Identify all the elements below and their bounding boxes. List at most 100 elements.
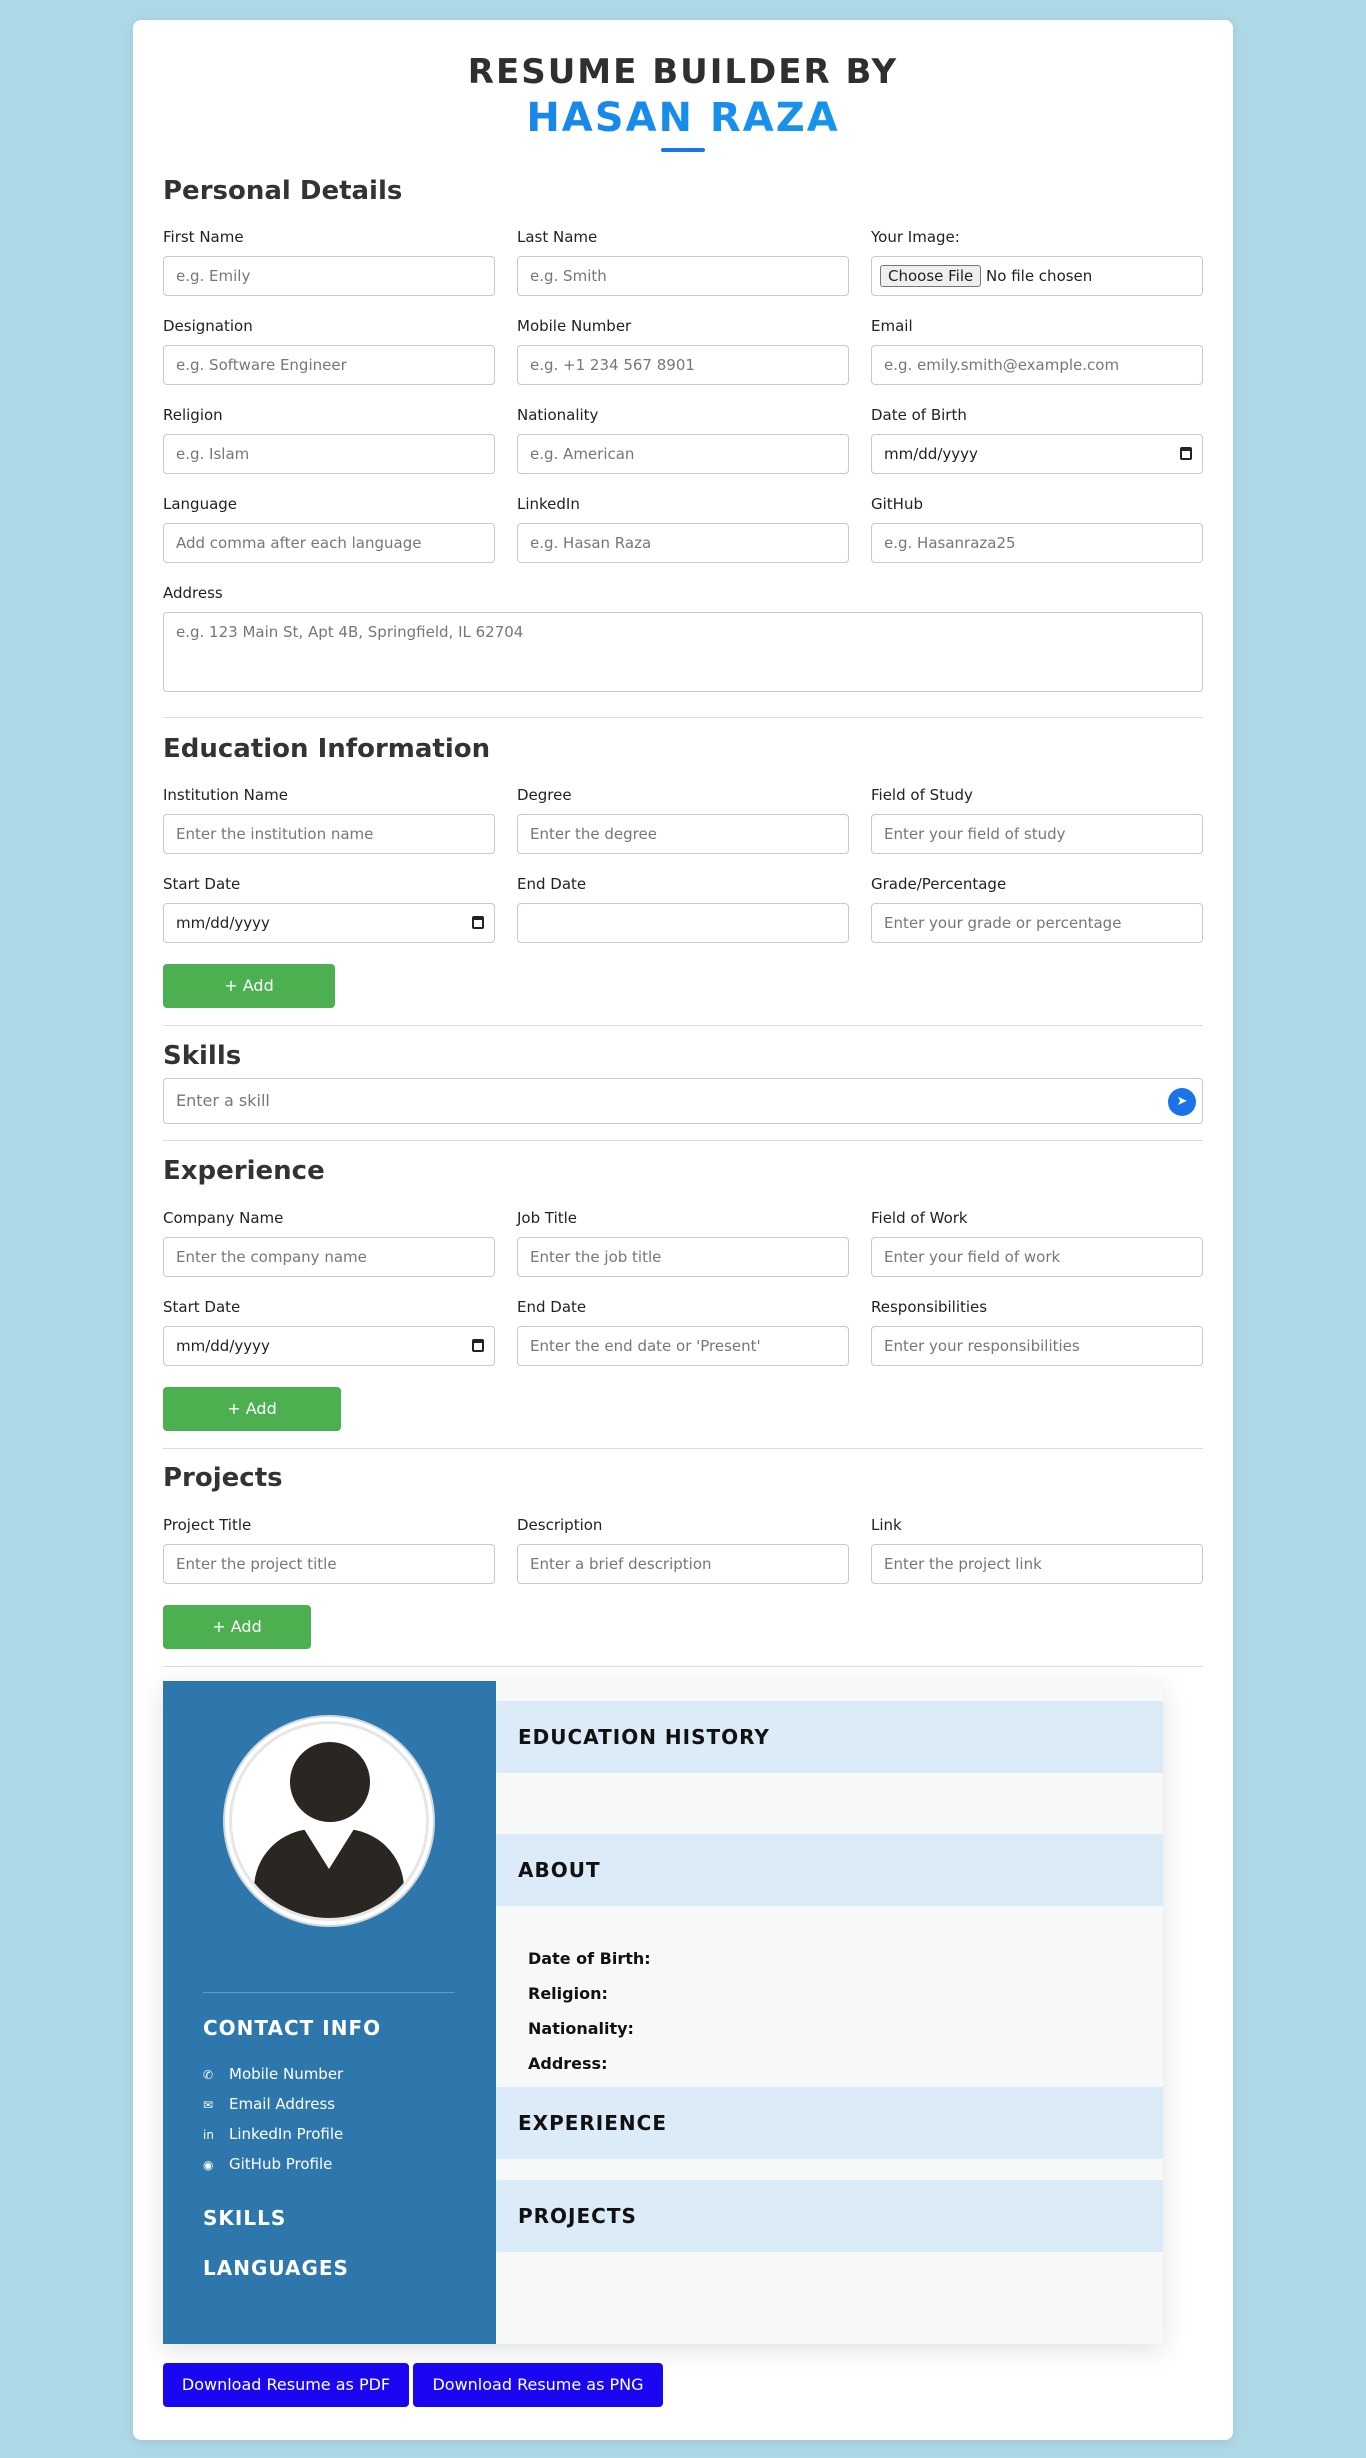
divider (163, 1025, 1203, 1026)
project-link-label: Link (871, 1516, 902, 1534)
linkedin-input[interactable]: e.g. Hasan Raza (517, 523, 849, 563)
about-religion: Religion: (528, 1984, 608, 2003)
job-title-label: Job Title (517, 1209, 578, 1227)
education-heading: Education Information (163, 734, 491, 764)
resume-sidebar: CONTACT INFO ✆ Mobile Number ✉ Email Addre… (163, 1681, 496, 2344)
avatar-collar (304, 1829, 354, 1869)
language-input[interactable]: Add comma after each language (163, 523, 495, 563)
responsibilities-label: Responsibilities (871, 1298, 988, 1316)
experience-band: EXPERIENCE (496, 2087, 1163, 2159)
divider (163, 717, 1203, 718)
degree-input[interactable]: Enter the degree (517, 814, 849, 854)
exp-end-input[interactable]: Enter the end date or 'Present' (517, 1326, 849, 1366)
about-nationality: Nationality: (528, 2019, 634, 2038)
exp-start-date-input[interactable]: mm/dd/yyyy (163, 1326, 495, 1366)
dob-label: Date of Birth (871, 406, 967, 424)
project-link-input[interactable]: Enter the project link (871, 1544, 1203, 1584)
mobile-input[interactable]: e.g. +1 234 567 8901 (517, 345, 849, 385)
education-history-band: EDUCATION HISTORY (496, 1701, 1163, 1773)
contact-github-text: GitHub Profile (229, 2155, 333, 2173)
contact-email-text: Email Address (229, 2095, 336, 2113)
download-png-button[interactable]: Download Resume as PNG (413, 2363, 663, 2407)
experience-heading: Experience (163, 1156, 325, 1186)
title-underline (661, 148, 705, 152)
designation-input[interactable]: e.g. Software Engineer (163, 345, 495, 385)
field-of-work-label: Field of Work (871, 1209, 968, 1227)
institution-label: Institution Name (163, 786, 288, 804)
edu-start-value: mm/dd/yyyy (176, 914, 270, 932)
skill-input-placeholder: Enter a skill (176, 1091, 270, 1110)
edu-end-input[interactable] (517, 903, 849, 943)
institution-input[interactable]: Enter the institution name (163, 814, 495, 854)
edu-start-date-input[interactable]: mm/dd/yyyy (163, 903, 495, 943)
sidebar-divider (203, 1992, 455, 1993)
calendar-icon[interactable] (472, 916, 484, 929)
contact-linkedin: in LinkedIn Profile (203, 2125, 343, 2143)
religion-label: Religion (163, 406, 223, 424)
email-label: Email (871, 317, 913, 335)
field-of-study-input[interactable]: Enter your field of study (871, 814, 1203, 854)
resume-experience-heading: EXPERIENCE (518, 2111, 667, 2135)
project-description-input[interactable]: Enter a brief description (517, 1544, 849, 1584)
religion-input[interactable]: e.g. Islam (163, 434, 495, 474)
designation-label: Designation (163, 317, 253, 335)
skills-heading: Skills (163, 1041, 242, 1071)
address-label: Address (163, 584, 223, 602)
title-line-2: HASAN RAZA (133, 94, 1233, 142)
add-education-button[interactable]: + Add Education (163, 964, 335, 1039)
company-label: Company Name (163, 1209, 284, 1227)
resume-projects-heading: PROJECTS (518, 2204, 637, 2228)
projects-band: PROJECTS (496, 2180, 1163, 2252)
field-of-work-input[interactable]: Enter your field of work (871, 1237, 1203, 1277)
contact-email: ✉ Email Address (203, 2095, 335, 2113)
contact-info-heading: CONTACT INFO (203, 2016, 382, 2040)
company-input[interactable]: Enter the company name (163, 1237, 495, 1277)
resume-preview: CONTACT INFO ✆ Mobile Number ✉ Email Addre… (163, 1681, 1163, 2344)
add-experience-button[interactable]: + Add Experience (163, 1387, 341, 1462)
contact-mobile-text: Mobile Number (229, 2065, 344, 2083)
dob-date-input[interactable]: mm/dd/yyyy (871, 434, 1203, 474)
title-line-1: RESUME BUILDER BY (467, 52, 899, 92)
contact-github: ◉ GitHub Profile (203, 2155, 332, 2173)
nationality-input[interactable]: e.g. American (517, 434, 849, 474)
divider (163, 1448, 1203, 1449)
nationality-label: Nationality (517, 406, 599, 424)
edu-end-label: End Date (517, 875, 587, 893)
github-input[interactable]: e.g. Hasanraza25 (871, 523, 1203, 563)
resume-languages-heading: LANGUAGES (203, 2256, 349, 2280)
address-textarea[interactable]: e.g. 123 Main St, Apt 4B, Springfield, I… (163, 612, 1203, 692)
calendar-icon[interactable] (1180, 447, 1192, 460)
responsibilities-input[interactable]: Enter your responsibilities (871, 1326, 1203, 1366)
about-dob: Date of Birth: (528, 1949, 651, 1968)
avatar-head (290, 1742, 370, 1822)
degree-label: Degree (517, 786, 572, 804)
contact-mobile: ✆ Mobile Number (203, 2065, 343, 2083)
skill-input[interactable]: Enter a skill ➤ (163, 1078, 1203, 1124)
first-name-label: First Name (163, 228, 244, 246)
avatar (229, 1721, 429, 1921)
download-pdf-button[interactable]: Download Resume as PDF (163, 2363, 409, 2407)
about-band: ABOUT (496, 1834, 1163, 1906)
projects-heading: Projects (163, 1463, 283, 1493)
first-name-input[interactable]: e.g. Emily (163, 256, 495, 296)
job-title-input[interactable]: Enter the job title (517, 1237, 849, 1277)
email-input[interactable]: e.g. emily.smith@example.com (871, 345, 1203, 385)
add-project-button[interactable]: + Add Project (163, 1605, 311, 1680)
image-file-input[interactable]: Choose File No file chosen (871, 256, 1203, 296)
resume-skills-heading: SKILLS (203, 2206, 287, 2230)
edu-start-label: Start Date (163, 875, 241, 893)
linkedin-label: LinkedIn (517, 495, 580, 513)
resume-builder-card: RESUME BUILDER BY HASAN RAZA Personal De… (133, 20, 1233, 2440)
calendar-icon[interactable] (472, 1339, 484, 1352)
choose-file-button[interactable]: Choose File (880, 265, 982, 287)
exp-start-value: mm/dd/yyyy (176, 1337, 270, 1355)
send-icon[interactable]: ➤ (1168, 1088, 1196, 1116)
phone-icon: ✆ (203, 2068, 214, 2082)
project-title-input[interactable]: Enter the project title (163, 1544, 495, 1584)
personal-details-heading: Personal Details (163, 176, 403, 206)
exp-end-label: End Date (517, 1298, 587, 1316)
field-of-study-label: Field of Study (871, 786, 973, 804)
last-name-label: Last Name (517, 228, 598, 246)
last-name-input[interactable]: e.g. Smith (517, 256, 849, 296)
grade-input[interactable]: Enter your grade or percentage (871, 903, 1203, 943)
